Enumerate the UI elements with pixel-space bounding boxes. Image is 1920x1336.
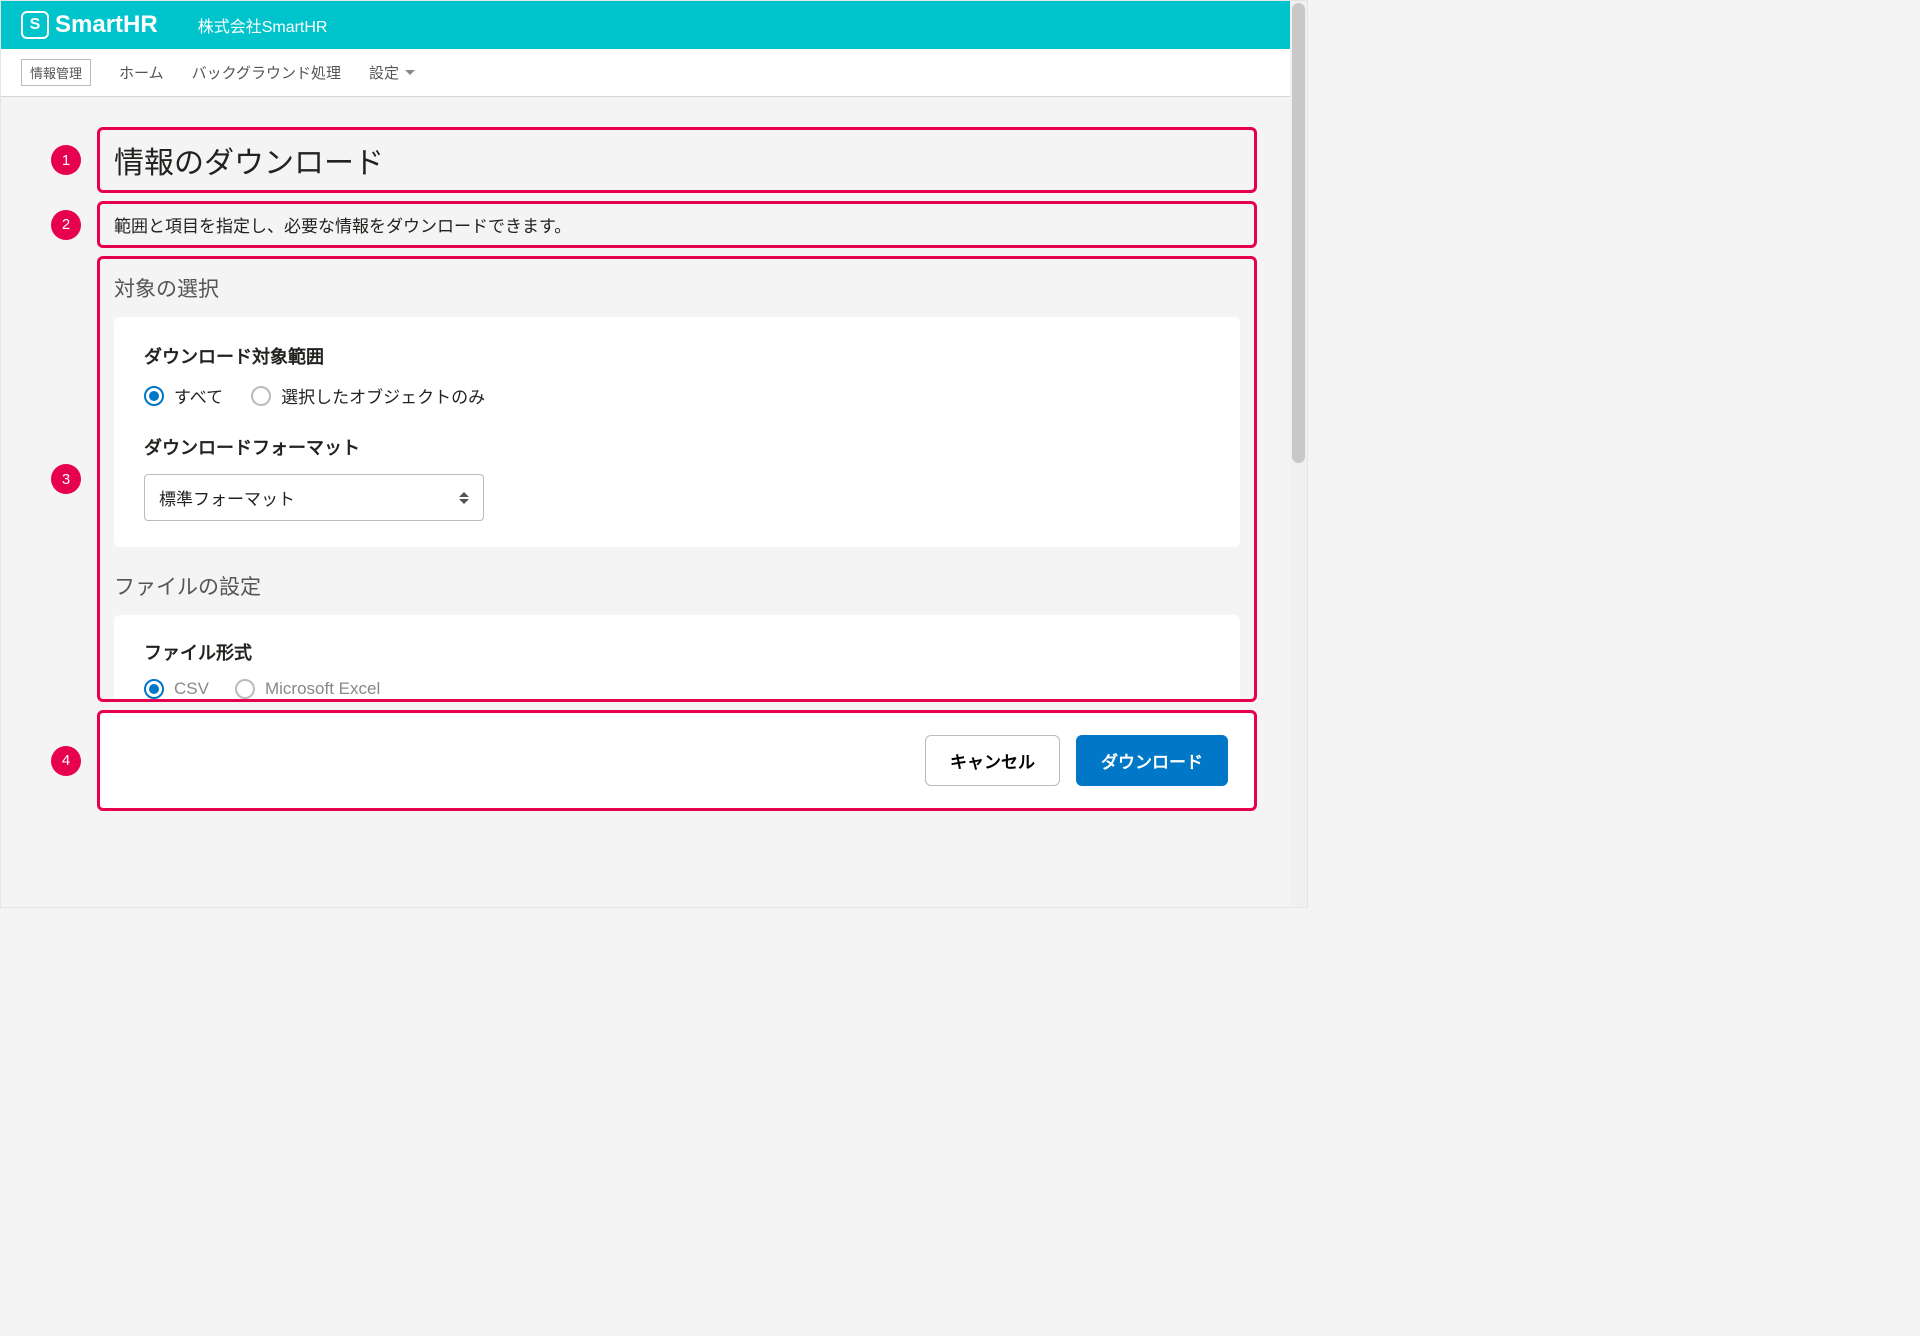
nav-settings[interactable]: 設定: [369, 62, 415, 83]
file-type-label: ファイル形式: [144, 639, 1210, 665]
range-option-all-label: すべて: [174, 383, 223, 408]
navbar: 情報管理 ホーム バックグラウンド処理 設定: [1, 49, 1307, 97]
section-selection-title: 対象の選択: [114, 273, 1240, 303]
file-settings-card: ファイル形式 CSV Microsoft Excel: [114, 615, 1240, 699]
radio-icon: [144, 386, 164, 406]
app-header: S SmartHR 株式会社SmartHR: [1, 1, 1307, 49]
radio-icon: [235, 679, 255, 699]
range-option-selected[interactable]: 選択したオブジェクトのみ: [251, 383, 485, 408]
annotation-box-desc: 範囲と項目を指定し、必要な情報をダウンロードできます。: [97, 201, 1257, 248]
format-select[interactable]: 標準フォーマット: [144, 474, 484, 521]
logo-text: SmartHR: [55, 11, 158, 39]
annotation-box-selection: 対象の選択 ダウンロード対象範囲 すべて 選択したオブジェクトのみ ダウン: [97, 256, 1257, 702]
nav-background[interactable]: バックグラウンド処理: [192, 62, 341, 83]
annotation-badge-4: 4: [51, 746, 81, 776]
range-option-all[interactable]: すべて: [144, 383, 223, 408]
nav-home[interactable]: ホーム: [119, 62, 164, 83]
file-type-excel[interactable]: Microsoft Excel: [235, 679, 380, 699]
file-type-excel-label: Microsoft Excel: [265, 679, 380, 699]
annotation-badge-3: 3: [51, 464, 81, 494]
download-button[interactable]: ダウンロード: [1076, 735, 1228, 786]
annotation-box-title: 情報のダウンロード: [97, 127, 1257, 193]
file-type-csv[interactable]: CSV: [144, 679, 209, 699]
nav-tag[interactable]: 情報管理: [21, 59, 91, 86]
logo[interactable]: S SmartHR: [21, 11, 158, 39]
content: 1 情報のダウンロード 2 範囲と項目を指定し、必要な情報をダウンロードできます…: [1, 97, 1307, 811]
page-title: 情報のダウンロード: [100, 130, 1254, 190]
format-select-value: 標準フォーマット: [159, 485, 295, 510]
nav-settings-label: 設定: [369, 62, 399, 83]
annotation-badge-2: 2: [51, 210, 81, 240]
file-type-radio-group: CSV Microsoft Excel: [144, 679, 1210, 699]
range-radio-group: すべて 選択したオブジェクトのみ: [144, 383, 1210, 408]
format-label: ダウンロードフォーマット: [144, 434, 1210, 460]
annotation-badge-1: 1: [51, 145, 81, 175]
annotation-box-footer: キャンセル ダウンロード: [97, 710, 1257, 811]
selection-card: ダウンロード対象範囲 すべて 選択したオブジェクトのみ ダウンロードフォーマット: [114, 317, 1240, 547]
sort-icon: [459, 492, 469, 504]
section-file-title: ファイルの設定: [114, 571, 1240, 601]
range-label: ダウンロード対象範囲: [144, 343, 1210, 369]
cancel-button[interactable]: キャンセル: [925, 735, 1060, 786]
logo-icon: S: [21, 11, 49, 39]
chevron-down-icon: [405, 70, 415, 75]
page-description: 範囲と項目を指定し、必要な情報をダウンロードできます。: [100, 204, 1254, 245]
company-name: 株式会社SmartHR: [198, 13, 328, 37]
range-option-selected-label: 選択したオブジェクトのみ: [281, 383, 485, 408]
radio-icon: [144, 679, 164, 699]
radio-icon: [251, 386, 271, 406]
file-type-csv-label: CSV: [174, 679, 209, 699]
